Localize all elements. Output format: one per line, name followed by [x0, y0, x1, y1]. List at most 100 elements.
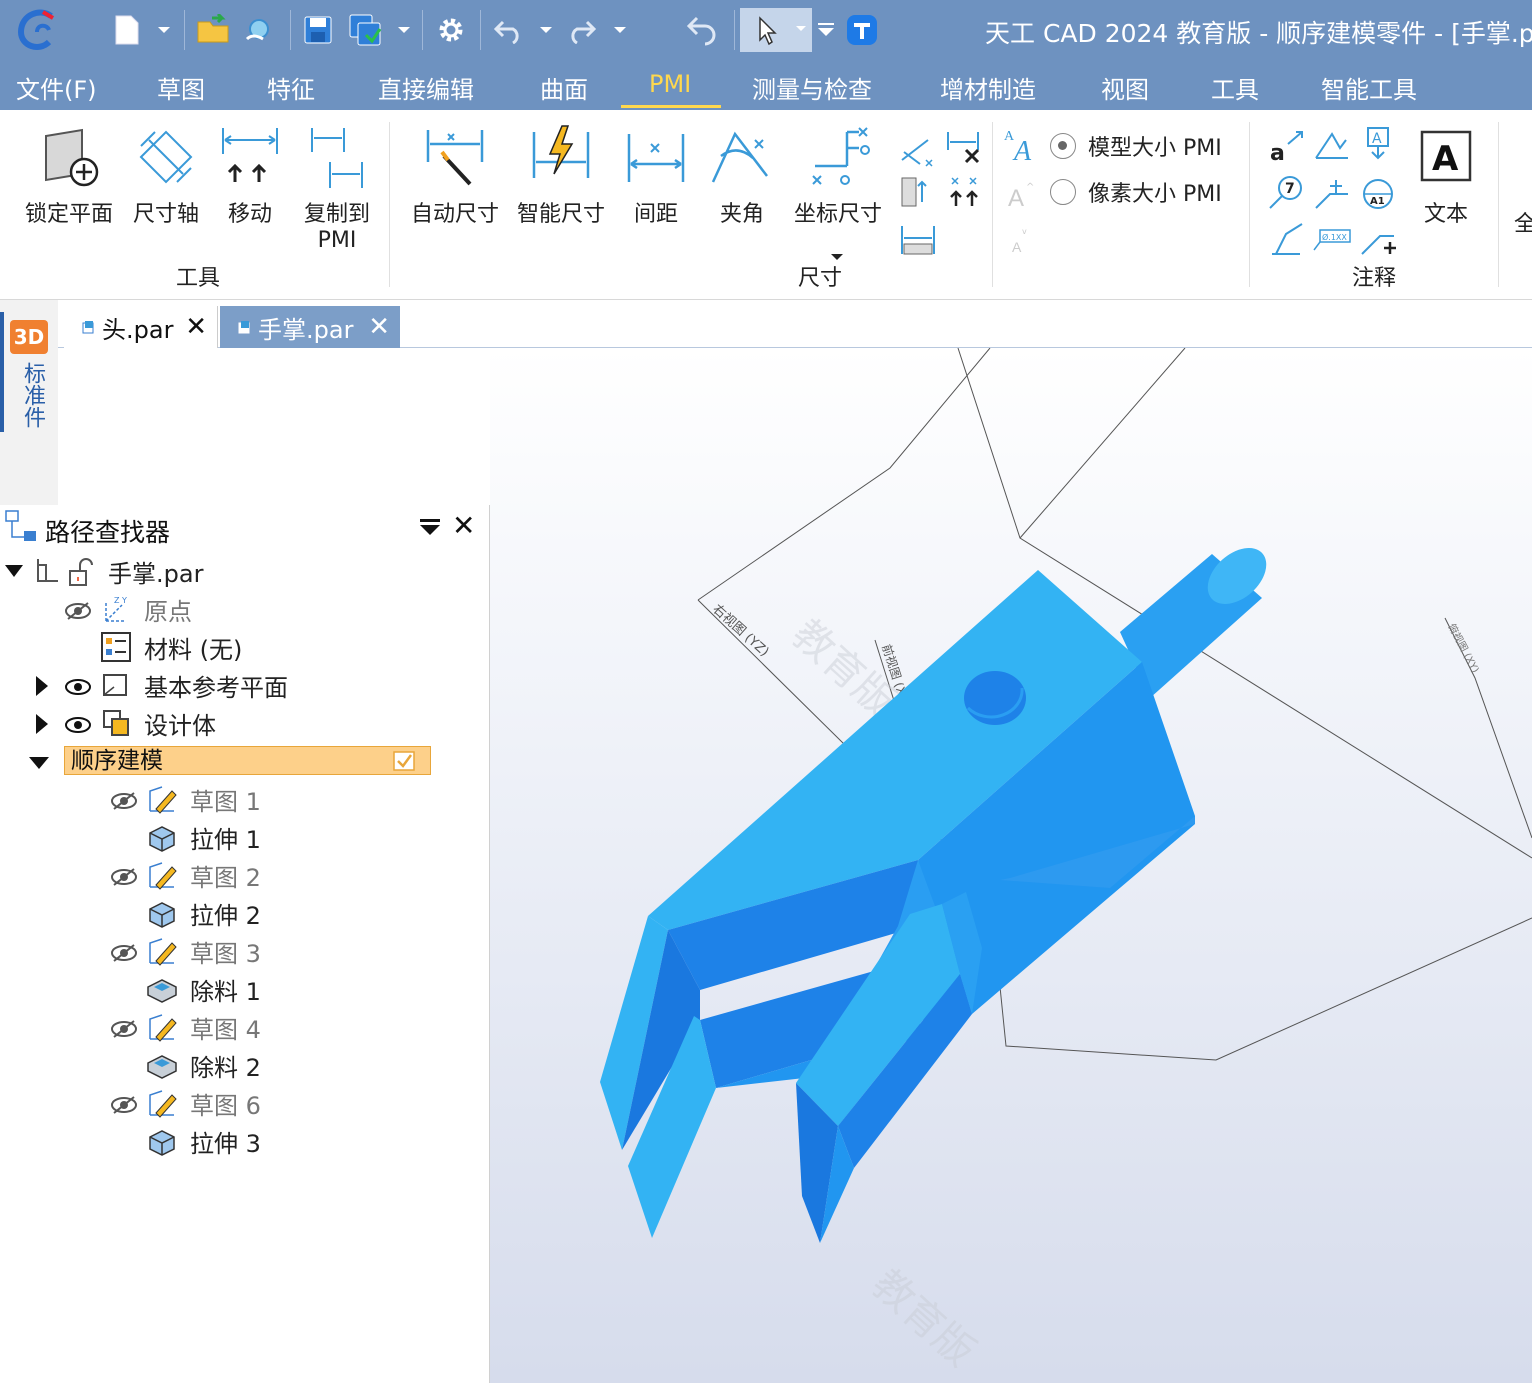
text-size-small-icon[interactable]: Av	[1002, 222, 1042, 262]
visible-eye-icon[interactable]	[64, 677, 92, 697]
dimension-delete-icon[interactable]	[944, 126, 984, 166]
expand-arrow-icon[interactable]	[34, 713, 50, 735]
menu-tools[interactable]: 工具	[1211, 70, 1259, 105]
tree-item-extrude-1[interactable]: 拉伸 1	[184, 819, 261, 855]
unlock-icon[interactable]	[66, 557, 98, 589]
menu-view[interactable]: 视图	[1101, 70, 1149, 105]
copy-to-pmi-button[interactable]: 复制到 PMI	[296, 122, 378, 254]
active-check-icon[interactable]	[393, 751, 415, 771]
lock-plane-button[interactable]: 锁定平面	[20, 122, 118, 228]
menu-pmi[interactable]: PMI	[649, 70, 691, 98]
smart-dimension-button[interactable]: 智能尺寸	[512, 122, 610, 228]
dimension-axis-button[interactable]: 尺寸轴	[128, 122, 204, 228]
collapse-arrow-icon[interactable]	[4, 563, 24, 579]
chain-dimension-icon[interactable]	[898, 218, 938, 258]
coordinate-dimension-button[interactable]: 坐标尺寸	[788, 122, 888, 228]
auto-dimension-button[interactable]: 自动尺寸	[406, 122, 504, 228]
menu-measure-inspect[interactable]: 测量与检查	[752, 70, 872, 105]
menu-feature[interactable]: 特征	[267, 70, 315, 105]
expand-arrow-icon[interactable]	[34, 675, 50, 697]
pixel-size-pmi-option[interactable]: 像素大小 PMI	[1050, 176, 1222, 208]
app-logo-icon[interactable]	[12, 8, 62, 52]
text-size-large-icon[interactable]: AA	[1002, 124, 1042, 164]
tiangong-t-icon[interactable]	[844, 8, 880, 52]
tree-item-extrude-3[interactable]: 拉伸 3	[184, 1123, 261, 1159]
hidden-eye-icon[interactable]	[110, 1095, 138, 1115]
hidden-eye-icon[interactable]	[110, 867, 138, 887]
move-button[interactable]: 移动	[214, 122, 286, 228]
panel-menu-icon[interactable]	[418, 517, 442, 537]
pixel-size-pmi-radio[interactable]	[1050, 179, 1076, 205]
tree-item-sketch-3[interactable]: 草图 3	[184, 933, 261, 969]
tree-item-sketch-1[interactable]: 草图 1	[184, 781, 261, 817]
customize-dropdown-icon[interactable]	[814, 8, 838, 52]
menu-smart-tools[interactable]: 智能工具	[1321, 70, 1417, 105]
spacing-button[interactable]: 间距	[620, 122, 692, 228]
tab-head-par[interactable]: 头.par ✕	[64, 306, 218, 348]
model-size-pmi-radio[interactable]	[1050, 133, 1076, 159]
tree-item-sequential-modeling[interactable]: 顺序建模	[64, 746, 431, 775]
redo-icon[interactable]	[562, 8, 600, 52]
menu-additive[interactable]: 增材制造	[940, 70, 1036, 105]
tree-item-sketch-2[interactable]: 草图 2	[184, 857, 261, 893]
model-size-pmi-option[interactable]: 模型大小 PMI	[1050, 130, 1222, 162]
menu-direct-edit[interactable]: 直接编辑	[378, 70, 474, 105]
gear-icon[interactable]	[432, 8, 470, 52]
tree-item-base-planes[interactable]: 基本参考平面	[138, 667, 288, 703]
plane-edge[interactable]	[1019, 348, 1186, 539]
redo-dropdown-icon[interactable]	[608, 8, 632, 52]
undo-icon[interactable]	[490, 8, 528, 52]
tree-item-extrude-2[interactable]: 拉伸 2	[184, 895, 261, 931]
datum-target-icon[interactable]: A	[1358, 124, 1398, 164]
menu-sketch[interactable]: 草图	[157, 70, 205, 105]
tree-item-sketch-4[interactable]: 草图 4	[184, 1009, 261, 1045]
palm-part-model[interactable]	[600, 537, 1277, 1243]
visible-eye-icon[interactable]	[64, 715, 92, 735]
add-leader-icon[interactable]	[1358, 220, 1398, 260]
cloud-icon[interactable]	[240, 8, 276, 52]
feature-control-frame-icon[interactable]: Ø.1XX	[1312, 220, 1352, 260]
close-tab-icon[interactable]: ✕	[185, 312, 207, 342]
collapse-arrow-icon[interactable]	[28, 755, 50, 771]
3d-standard-parts-icon[interactable]: 3D	[10, 320, 48, 354]
tree-item-design-body[interactable]: 设计体	[138, 705, 216, 741]
dimension-style-icon[interactable]	[898, 130, 938, 170]
close-tab-icon[interactable]: ✕	[368, 312, 390, 342]
undo-dropdown-icon[interactable]	[534, 8, 558, 52]
hidden-eye-icon[interactable]	[110, 791, 138, 811]
align-dimension-icon[interactable]	[944, 172, 984, 212]
tree-item-cut-2[interactable]: 除料 2	[184, 1047, 261, 1083]
stack-dimension-icon[interactable]	[898, 172, 938, 212]
open-folder-icon[interactable]	[194, 8, 234, 52]
right-plane-edge[interactable]	[697, 348, 991, 601]
standard-parts-tab[interactable]: 标准件	[14, 362, 45, 428]
menu-surface[interactable]: 曲面	[540, 70, 588, 105]
datum-feature-icon[interactable]: A1	[1358, 170, 1398, 210]
save-all-icon[interactable]	[346, 8, 384, 52]
hidden-eye-icon[interactable]	[110, 1019, 138, 1039]
hidden-eye-icon[interactable]	[64, 601, 92, 621]
new-file-icon[interactable]	[110, 8, 144, 52]
new-dropdown-icon[interactable]	[152, 8, 176, 52]
angle-button[interactable]: 夹角	[706, 122, 778, 228]
text-button[interactable]: A 文本	[1412, 128, 1480, 228]
weld-symbol-icon[interactable]	[1312, 172, 1352, 212]
save-dropdown-icon[interactable]	[392, 8, 416, 52]
tree-item-origin[interactable]: 原点	[138, 591, 192, 627]
edge-condition-icon[interactable]	[1266, 220, 1306, 260]
tab-palm-par[interactable]: 手掌.par ✕	[220, 306, 400, 348]
3d-viewport[interactable]: 右视图 (YZ) 前视图 (XZ) 俯视图 (XY) 教育版 教育版	[490, 348, 1532, 1383]
tree-root-palm-par[interactable]: 手掌.par	[102, 553, 203, 589]
text-size-medium-icon[interactable]: A ^	[1002, 176, 1042, 216]
select-tool-button[interactable]	[740, 8, 812, 52]
save-icon[interactable]	[300, 8, 336, 52]
repeat-icon[interactable]	[682, 8, 722, 52]
next-group-cut-off[interactable]: 全	[1514, 206, 1532, 238]
close-panel-icon[interactable]: ✕	[452, 509, 475, 542]
dimension-group-expand-icon[interactable]	[830, 252, 844, 262]
hidden-eye-icon[interactable]	[110, 943, 138, 963]
surface-texture-icon[interactable]	[1312, 126, 1352, 166]
balloon-icon[interactable]: 7	[1266, 172, 1306, 212]
tree-item-material[interactable]: 材料 (无)	[138, 629, 242, 665]
tree-item-sketch-6[interactable]: 草图 6	[184, 1085, 261, 1121]
